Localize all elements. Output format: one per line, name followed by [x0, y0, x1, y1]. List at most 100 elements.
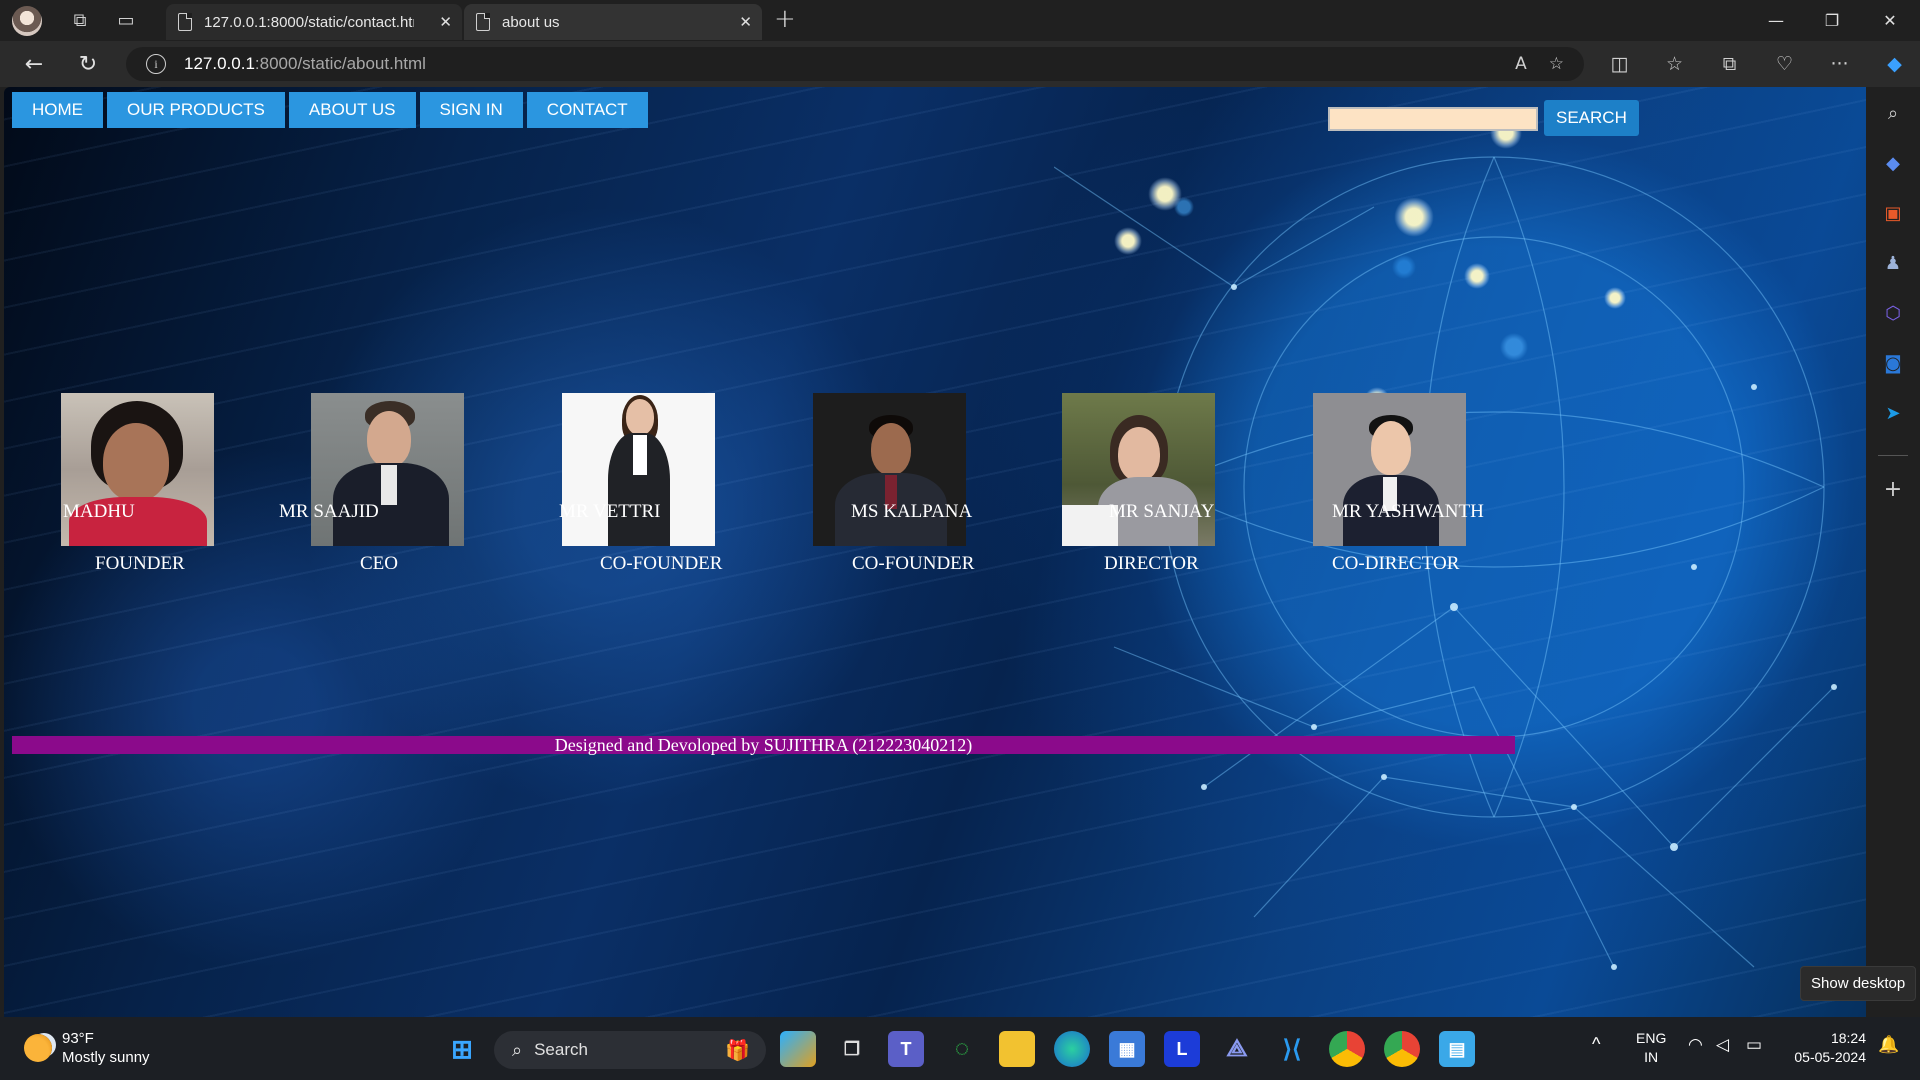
edge-browser-icon[interactable] [1054, 1031, 1090, 1067]
team-role-ceo: CEO [360, 553, 398, 574]
show-hidden-icons[interactable]: ^ [1592, 1035, 1600, 1054]
tab-contact[interactable]: 127.0.0.1:8000/static/contact.htm ✕ [166, 4, 462, 40]
workspaces-icon[interactable]: ⧉ [60, 1, 100, 41]
wifi-icon[interactable]: ◠ [1688, 1035, 1703, 1054]
nav-contact[interactable]: CONTACT [526, 92, 648, 128]
taskbar-search[interactable]: ⌕ Search 🎁 [494, 1031, 766, 1069]
show-desktop-tooltip: Show desktop [1800, 966, 1917, 1001]
url-path: :8000/static/about.html [254, 54, 426, 73]
search-icon[interactable]: ⌕ [1866, 103, 1920, 124]
refresh-button[interactable]: ↻ [66, 44, 110, 84]
clock-date: 05-05-2024 [1794, 1049, 1866, 1065]
team-name-mr-vettri: MR VETTRI [559, 501, 661, 522]
language-code: ENG [1636, 1030, 1667, 1046]
team-name-mr-yashwanth: MR YASHWANTH [1332, 501, 1484, 522]
copilot-app-icon[interactable] [780, 1031, 816, 1067]
games-icon[interactable]: ♟ [1866, 253, 1920, 274]
page-viewport: HOME OUR PRODUCTS ABOUT US SIGN IN CONTA… [4, 87, 1866, 1017]
url-field[interactable]: i 127.0.0.1 :8000/static/about.html A ☆ [126, 47, 1584, 81]
light-orb [1604, 287, 1626, 309]
page-icon [178, 13, 192, 31]
team-role-co-director: CO-DIRECTOR [1332, 553, 1460, 574]
light-orb [1114, 227, 1142, 255]
light-orb [1394, 197, 1434, 237]
close-tab-icon[interactable]: ✕ [739, 13, 752, 31]
split-screen-icon[interactable]: ◫ [1592, 53, 1647, 75]
favorite-star-icon[interactable]: ☆ [1549, 54, 1564, 74]
notification-bell-icon[interactable]: 🔔 [1878, 1035, 1899, 1054]
restore-button[interactable]: ❐ [1804, 0, 1860, 41]
top-navigation: HOME OUR PRODUCTS ABOUT US SIGN IN CONTA… [12, 92, 648, 128]
shopping-tag-icon[interactable]: ◆ [1866, 153, 1920, 174]
outlook-icon[interactable]: ◙ [1866, 353, 1920, 374]
team-role-co-founder-2: CO-FOUNDER [852, 553, 975, 574]
copilot-icon[interactable]: ◆ [1867, 53, 1920, 75]
copilot-sidebar-icon[interactable]: ⬡ [1866, 303, 1920, 324]
more-menu-icon[interactable]: ··· [1812, 53, 1867, 75]
language-indicator[interactable]: ENG IN [1636, 1029, 1666, 1067]
team-photo-mr-yashwanth [1313, 393, 1466, 546]
tools-icon[interactable]: ▣ [1866, 203, 1920, 224]
add-sidebar-app-icon[interactable]: + [1866, 477, 1920, 502]
search-icon: ⌕ [512, 1039, 523, 1060]
start-windows-icon[interactable]: ⊞ [444, 1031, 480, 1067]
collections-icon[interactable]: ⧉ [1702, 53, 1757, 75]
footer-credit: Designed and Devoloped by SUJITHRA (2122… [12, 736, 1515, 754]
notepad-icon[interactable]: ▤ [1439, 1031, 1475, 1067]
volume-icon[interactable]: ◁ [1716, 1035, 1729, 1054]
new-tab-button[interactable]: + [774, 4, 796, 34]
page-icon [476, 13, 490, 31]
nav-our-products[interactable]: OUR PRODUCTS [107, 92, 285, 128]
close-window-button[interactable]: ✕ [1862, 0, 1918, 41]
file-explorer-icon[interactable] [999, 1031, 1035, 1067]
taskbar-search-label: Search [534, 1040, 588, 1059]
tab-title: about us [502, 13, 560, 31]
read-aloud-icon[interactable]: A [1515, 54, 1527, 74]
site-info-icon[interactable]: i [146, 54, 166, 74]
team-name-mr-saajid: MR SAAJID [279, 501, 379, 522]
l-app-icon[interactable]: L [1164, 1031, 1200, 1067]
nav-home[interactable]: HOME [12, 92, 103, 128]
team-photo-mr-vettri [562, 393, 715, 546]
chrome-icon[interactable] [1329, 1031, 1365, 1067]
chrome-profile-icon[interactable] [1384, 1031, 1420, 1067]
arc-app-icon[interactable]: ⟁ [1219, 1031, 1255, 1067]
browser-essentials-icon[interactable]: ♡ [1757, 53, 1812, 75]
search-button[interactable]: SEARCH [1544, 100, 1639, 136]
clock[interactable]: 18:24 05-05-2024 [1786, 1029, 1866, 1067]
region-code: IN [1644, 1049, 1659, 1065]
green-app-icon[interactable]: ◌ [944, 1031, 980, 1067]
microsoft-store-icon[interactable]: ▦ [1109, 1031, 1145, 1067]
light-orb [1148, 177, 1182, 211]
light-orb [1464, 263, 1490, 289]
favorites-icon[interactable]: ☆ [1647, 53, 1702, 75]
teams-icon[interactable]: T [888, 1031, 924, 1067]
team-name-madhu: MADHU [63, 501, 135, 522]
weather-widget[interactable]: 93°F Mostly sunny [24, 1029, 150, 1067]
task-view-icon[interactable]: ❐ [834, 1031, 870, 1067]
nav-sign-in[interactable]: SIGN IN [419, 92, 523, 128]
profile-avatar[interactable] [12, 5, 42, 36]
team-role-co-founder: CO-FOUNDER [600, 553, 723, 574]
battery-icon[interactable]: ▭ [1746, 1035, 1762, 1054]
search-input[interactable] [1328, 107, 1538, 131]
browser-tab-bar: ⧉ ▭ 127.0.0.1:8000/static/contact.htm ✕ … [0, 0, 1920, 41]
search-highlight-icon: 🎁 [725, 1039, 750, 1062]
team-photo-mr-sanjay [1062, 393, 1215, 546]
send-icon[interactable]: ➤ [1866, 403, 1920, 424]
team-role-founder: FOUNDER [95, 553, 185, 574]
team-name-ms-kalpana: MS KALPANA [851, 501, 973, 522]
team-photo-mr-saajid [311, 393, 464, 546]
weather-desc: Mostly sunny [62, 1049, 150, 1066]
team-name-mr-sanjay: MR SANJAY [1109, 501, 1215, 522]
nav-about-us[interactable]: ABOUT US [288, 92, 416, 128]
close-tab-icon[interactable]: ✕ [439, 13, 452, 31]
weather-sun-icon [24, 1034, 52, 1062]
minimize-button[interactable]: — [1748, 0, 1804, 41]
tab-actions-icon[interactable]: ▭ [106, 1, 146, 41]
tab-about-us[interactable]: about us ✕ [464, 4, 762, 40]
vscode-icon[interactable]: ⟩⟨ [1274, 1031, 1310, 1067]
weather-temp: 93°F [62, 1030, 94, 1047]
back-button[interactable]: ← [12, 44, 56, 84]
edge-sidebar: ⌕ ◆ ▣ ♟ ⬡ ◙ ➤ + [1866, 87, 1920, 1017]
